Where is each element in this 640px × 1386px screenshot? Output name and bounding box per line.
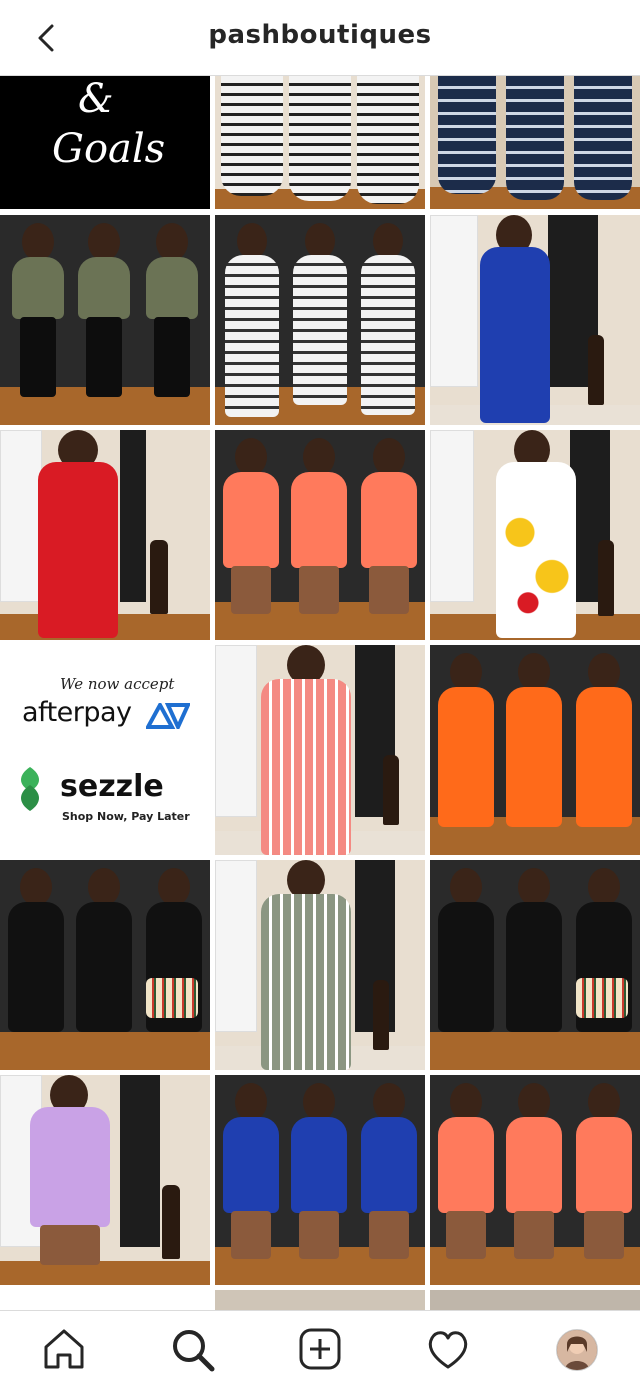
post-grid: & Goals We now accept afterpay sezzle Sh… [0, 76, 640, 1310]
post-tile-partial-1[interactable] [0, 1290, 210, 1310]
home-icon [44, 1329, 84, 1369]
goals-ampersand: & [78, 76, 114, 122]
post-tile-black-set-2[interactable] [430, 860, 640, 1070]
nav-new-post-button[interactable] [296, 1325, 344, 1373]
post-tile-coral-set-2[interactable] [430, 1075, 640, 1285]
payments-tagline: We now accept [60, 675, 175, 693]
post-tile-olive-top[interactable] [0, 215, 210, 425]
post-tile-lilac-set[interactable] [0, 1075, 210, 1285]
post-tile-floral-dress[interactable] [430, 430, 640, 640]
sezzle-leaf-icon [21, 767, 39, 811]
nav-home-button[interactable] [40, 1325, 88, 1373]
post-tile-blue-set[interactable] [215, 1075, 425, 1285]
post-tile-goals[interactable]: & Goals [0, 76, 210, 209]
afterpay-arrow-icon [146, 703, 190, 729]
afterpay-logo-text: afterpay [22, 697, 132, 728]
post-tile-striped-dress[interactable] [215, 76, 425, 209]
sezzle-subtitle: Shop Now, Pay Later [62, 810, 190, 823]
bottom-navigation [0, 1310, 640, 1386]
profile-header: pashboutiques [0, 0, 640, 76]
post-tile-red-jumpsuit[interactable] [0, 430, 210, 640]
sezzle-logo-text: sezzle [60, 769, 164, 804]
post-tile-tiedye-dress[interactable] [430, 76, 640, 209]
post-tile-orange-set[interactable] [430, 645, 640, 855]
post-tile-sage-stripe-set[interactable] [215, 860, 425, 1070]
nav-search-button[interactable] [168, 1325, 216, 1373]
post-tile-partial-2[interactable] [215, 1290, 425, 1310]
post-tile-partial-3[interactable] [430, 1290, 640, 1310]
nav-profile-avatar[interactable] [556, 1329, 598, 1371]
nav-activity-button[interactable] [424, 1325, 472, 1373]
post-tile-coral-set[interactable] [215, 430, 425, 640]
post-tile-black-set-1[interactable] [0, 860, 210, 1070]
profile-avatar-icon [557, 1330, 597, 1370]
post-tile-blue-jumpsuit[interactable] [430, 215, 640, 425]
page-title: pashboutiques [208, 20, 432, 50]
post-tile-payments[interactable]: We now accept afterpay sezzle Shop Now, … [0, 645, 210, 855]
post-tile-pink-stripe-jumpsuit[interactable] [215, 645, 425, 855]
search-icon [173, 1330, 215, 1372]
post-tile-stripe-maxi[interactable] [215, 215, 425, 425]
heart-icon [428, 1331, 468, 1369]
goals-text: Goals [52, 126, 166, 172]
new-post-icon [299, 1328, 341, 1370]
